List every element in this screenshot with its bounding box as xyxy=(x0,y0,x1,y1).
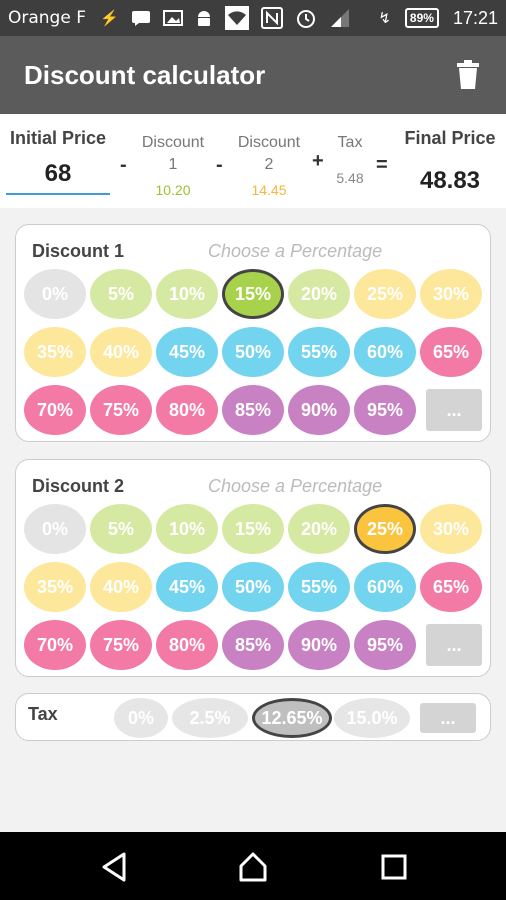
back-icon[interactable] xyxy=(96,850,132,884)
discount2-option-35pct[interactable]: 35% xyxy=(24,562,86,612)
discount1-option-75pct[interactable]: 75% xyxy=(90,385,152,435)
discount1-more-button[interactable]: ... xyxy=(426,389,482,431)
tax-amount: 5.48 xyxy=(336,170,364,186)
discount2-option-0pct[interactable]: 0% xyxy=(24,504,86,554)
discount1-option-80pct[interactable]: 80% xyxy=(156,385,218,435)
discount1-option-10pct[interactable]: 10% xyxy=(156,269,218,319)
initial-price-label: Initial Price xyxy=(9,128,107,148)
discount1-option-45pct[interactable]: 45% xyxy=(156,327,218,377)
app-bar: Discount calculator xyxy=(0,36,506,114)
minus-operator-2: - xyxy=(216,154,223,176)
image-icon xyxy=(162,10,183,26)
discount1-option-50pct[interactable]: 50% xyxy=(222,327,284,377)
discount1-hint: Choose a Percentage xyxy=(208,241,383,261)
battery-level: 89% xyxy=(404,8,439,28)
discount2-option-85pct[interactable]: 85% xyxy=(222,620,284,670)
discount1-option-20pct[interactable]: 20% xyxy=(288,269,350,319)
discount1-option-25pct[interactable]: 25% xyxy=(354,269,416,319)
discount2-option-25pct[interactable]: 25% xyxy=(354,504,416,554)
initial-price-column: Initial Price xyxy=(4,128,112,195)
discount1-option-15pct[interactable]: 15% xyxy=(222,269,284,319)
discount1-panel: Discount 1 Choose a Percentage 0% 5% 10% 15… xyxy=(15,224,491,442)
discount2-panel: Discount 2 Choose a Percentage 0% 5% 10% 15… xyxy=(15,459,491,677)
discount1-title: Discount 1 xyxy=(32,241,125,261)
initial-price-input[interactable] xyxy=(6,155,110,195)
discount1-option-90pct[interactable]: 90% xyxy=(288,385,350,435)
tax-option-2.5pct[interactable]: 2.5% xyxy=(172,698,248,738)
chat-icon xyxy=(131,10,151,26)
tax-label: Tax xyxy=(337,134,363,151)
final-price-column: Final Price 48.83 xyxy=(396,128,504,195)
tax-option-12.65pct[interactable]: 12.65% xyxy=(252,698,332,738)
discount2-hint: Choose a Percentage xyxy=(208,476,383,496)
discount1-option-65pct[interactable]: 65% xyxy=(420,327,482,377)
discount1-option-95pct[interactable]: 95% xyxy=(354,385,416,435)
discount1-option-0pct[interactable]: 0% xyxy=(24,269,86,319)
status-bar: Orange F ⚡ ↯ 89% 17:21 xyxy=(0,0,506,36)
discount2-option-95pct[interactable]: 95% xyxy=(354,620,416,670)
nfc-icon xyxy=(260,7,283,29)
navigation-bar xyxy=(0,832,506,900)
wifi-icon xyxy=(224,6,249,30)
discount2-title: Discount 2 xyxy=(32,476,125,496)
usb-icon: ⚡ xyxy=(100,10,119,27)
discount1-label: Discount xyxy=(141,134,205,151)
carrier-name: Orange F xyxy=(8,8,86,28)
discount1-column: Discount 1 10.20 xyxy=(136,132,210,198)
clock: 17:21 xyxy=(452,7,498,28)
discount2-option-45pct[interactable]: 45% xyxy=(156,562,218,612)
app-title: Discount calculator xyxy=(24,59,266,90)
recents-icon[interactable] xyxy=(376,850,412,884)
tax-option-15.0pct[interactable]: 15.0% xyxy=(334,698,410,738)
tax-panel-title: Tax xyxy=(28,704,58,724)
discount1-option-30pct[interactable]: 30% xyxy=(420,269,482,319)
discount2-label: Discount xyxy=(237,134,301,151)
discount1-amount: 10.20 xyxy=(155,182,191,198)
android-icon xyxy=(195,9,213,27)
discount2-option-60pct[interactable]: 60% xyxy=(354,562,416,612)
discount2-option-50pct[interactable]: 50% xyxy=(222,562,284,612)
home-icon[interactable] xyxy=(235,850,271,884)
discount2-option-40pct[interactable]: 40% xyxy=(90,562,152,612)
discount1-option-35pct[interactable]: 35% xyxy=(24,327,86,377)
discount2-option-70pct[interactable]: 70% xyxy=(24,620,86,670)
final-price-label: Final Price xyxy=(404,128,496,148)
discount1-option-70pct[interactable]: 70% xyxy=(24,385,86,435)
equals-operator: = xyxy=(376,154,388,176)
discount2-option-10pct[interactable]: 10% xyxy=(156,504,218,554)
discount2-amount: 14.45 xyxy=(251,182,287,198)
discount2-option-15pct[interactable]: 15% xyxy=(222,504,284,554)
final-price-value: 48.83 xyxy=(419,167,481,194)
tax-more-button[interactable]: ... xyxy=(420,703,476,733)
discount2-option-65pct[interactable]: 65% xyxy=(420,562,482,612)
alarm-icon xyxy=(295,7,317,29)
trash-icon[interactable] xyxy=(454,60,482,90)
discount1-option-85pct[interactable]: 85% xyxy=(222,385,284,435)
price-summary: Initial Price - Discount 1 10.20 - Disco… xyxy=(0,114,506,208)
discount2-column: Discount 2 14.45 xyxy=(232,132,306,198)
plus-operator: + xyxy=(312,150,324,172)
discount2-option-55pct[interactable]: 55% xyxy=(288,562,350,612)
signal-icon xyxy=(329,7,351,29)
discount2-option-5pct[interactable]: 5% xyxy=(90,504,152,554)
discount1-index: 1 xyxy=(168,156,178,173)
discount1-option-55pct[interactable]: 55% xyxy=(288,327,350,377)
charging-icon: ↯ xyxy=(378,10,391,27)
discount1-option-60pct[interactable]: 60% xyxy=(354,327,416,377)
discount2-option-75pct[interactable]: 75% xyxy=(90,620,152,670)
tax-option-0pct[interactable]: 0% xyxy=(114,698,168,738)
discount2-option-20pct[interactable]: 20% xyxy=(288,504,350,554)
discount2-option-30pct[interactable]: 30% xyxy=(420,504,482,554)
discount2-option-80pct[interactable]: 80% xyxy=(156,620,218,670)
discount1-option-40pct[interactable]: 40% xyxy=(90,327,152,377)
tax-column: Tax 5.48 xyxy=(330,132,370,186)
tax-panel: Tax 0% 2.5% 12.65% 15.0%... xyxy=(15,693,491,741)
minus-operator: - xyxy=(120,154,127,176)
discount1-option-5pct[interactable]: 5% xyxy=(90,269,152,319)
discount2-index: 2 xyxy=(264,156,274,173)
discount2-option-90pct[interactable]: 90% xyxy=(288,620,350,670)
discount2-more-button[interactable]: ... xyxy=(426,624,482,666)
